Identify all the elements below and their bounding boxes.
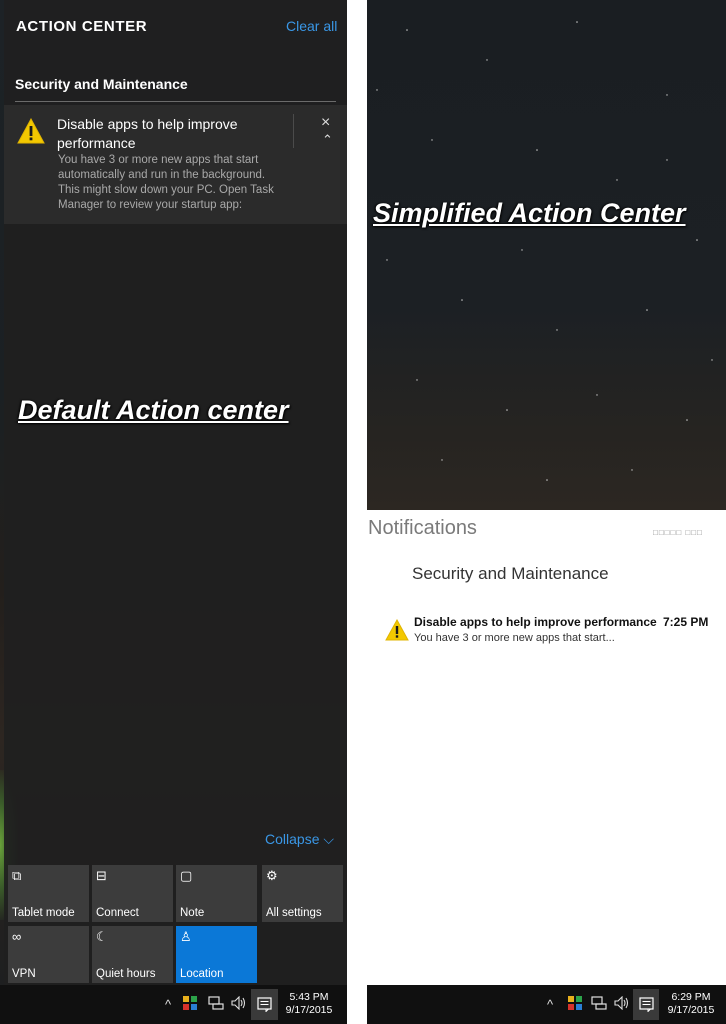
- app-tray-icon[interactable]: [568, 996, 582, 1010]
- notification-title[interactable]: Disable apps to help improve performance: [414, 615, 657, 629]
- collapse-link[interactable]: Collapse ⌵: [265, 831, 334, 848]
- notification-time: 7:25 PM: [663, 615, 709, 629]
- quick-action-label: Location: [180, 968, 224, 980]
- clock-date: 9/17/2015: [285, 1004, 333, 1016]
- quick-action-vpn[interactable]: ∞ VPN: [8, 926, 89, 983]
- default-action-center-label: Default Action center: [18, 395, 289, 425]
- taskbar-clock[interactable]: 6:29 PM 9/17/2015: [661, 991, 721, 1017]
- notification-group-title[interactable]: Security and Maintenance: [15, 76, 188, 92]
- vpn-icon: ∞: [12, 929, 22, 944]
- close-icon[interactable]: ×: [321, 114, 330, 132]
- tablet-mode-icon: ⧉: [12, 868, 22, 883]
- action-center-title: ACTION CENTER: [16, 18, 148, 35]
- quick-action-label: Quiet hours: [96, 968, 156, 980]
- network-icon[interactable]: [591, 996, 607, 1010]
- simplified-action-center-label: Simplified Action Center: [373, 198, 686, 228]
- app-tray-icon[interactable]: [183, 996, 197, 1010]
- notifications-status-text[interactable]: □□□□□ □□□: [653, 528, 703, 537]
- volume-icon[interactable]: [231, 996, 247, 1010]
- quick-action-label: Connect: [96, 907, 139, 919]
- taskbar-left: ^ 5:43 PM 9/17/2015: [0, 985, 347, 1024]
- quick-action-label: Note: [180, 907, 205, 919]
- taskbar-right: ^ 6:29 PM 9/17/2015: [367, 985, 726, 1024]
- quick-action-label: Tablet mode: [12, 907, 75, 919]
- quick-action-location[interactable]: ♙ Location: [176, 926, 257, 983]
- location-icon: ♙: [180, 929, 192, 944]
- gear-icon: ⚙: [266, 868, 278, 883]
- notification-separator: [293, 114, 294, 148]
- taskbar-clock[interactable]: 5:43 PM 9/17/2015: [281, 991, 337, 1017]
- notification-body: You have 3 or more new apps that start a…: [58, 154, 274, 211]
- clear-all-link[interactable]: Clear all: [286, 18, 337, 34]
- notifications-heading: Notifications: [368, 517, 477, 539]
- notification-body: You have 3 or more new apps that start..…: [414, 632, 615, 644]
- notification-group-title[interactable]: Security and Maintenance: [412, 564, 609, 584]
- volume-icon[interactable]: [614, 996, 630, 1010]
- quick-action-label: VPN: [12, 968, 36, 980]
- clock-time: 5:43 PM: [289, 991, 329, 1003]
- note-icon: ▢: [180, 868, 193, 883]
- notification-title: Disable apps to help improve performance: [57, 116, 238, 151]
- action-center-icon: [639, 997, 654, 1012]
- show-hidden-icons-chevron-icon[interactable]: ^: [165, 997, 171, 1012]
- clock-time: 6:29 PM: [671, 991, 711, 1003]
- desktop-wallpaper-right: [367, 0, 726, 510]
- network-icon[interactable]: [208, 996, 224, 1010]
- quick-action-all-settings[interactable]: ⚙ All settings: [262, 865, 343, 922]
- chevron-up-icon[interactable]: ⌃: [322, 132, 333, 148]
- show-hidden-icons-chevron-icon[interactable]: ^: [547, 997, 553, 1012]
- moon-icon: ☾: [96, 929, 108, 944]
- divider-strip: [347, 0, 367, 1024]
- action-center-icon: [257, 997, 272, 1012]
- clock-date: 9/17/2015: [667, 1004, 715, 1016]
- warning-icon: [17, 118, 45, 144]
- quick-action-tablet-mode[interactable]: ⧉ Tablet mode: [8, 865, 89, 922]
- quick-action-connect[interactable]: ⊟ Connect: [92, 865, 173, 922]
- quick-action-note[interactable]: ▢ Note: [176, 865, 257, 922]
- group-divider: [15, 101, 336, 102]
- quick-action-quiet-hours[interactable]: ☾ Quiet hours: [92, 926, 173, 983]
- star-field: [376, 21, 713, 481]
- connect-icon: ⊟: [96, 868, 107, 883]
- quick-action-label: All settings: [266, 907, 322, 919]
- warning-icon: [385, 619, 409, 641]
